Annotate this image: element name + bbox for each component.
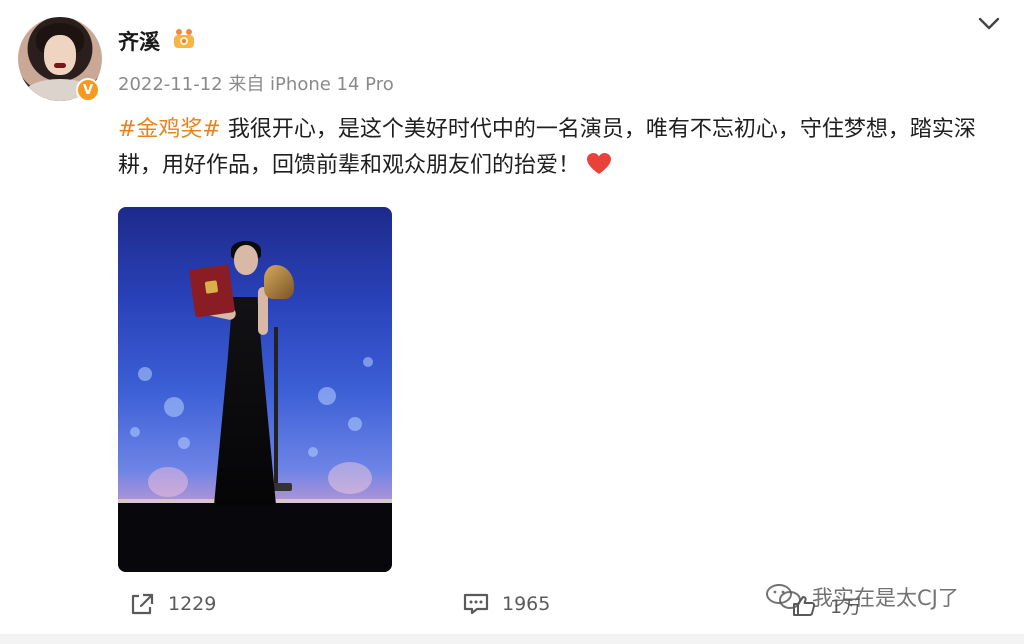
post-content: #金鸡奖# 我很开心，是这个美好时代中的一名演员，唯有不忘初心，守住梦想，踏实深… [118,112,998,184]
avatar-lips [54,63,66,68]
username[interactable]: 齐溪 [118,26,160,56]
hashtag-link[interactable]: #金鸡奖# [118,117,221,142]
wechat-watermark: 我实在是太CJ了 [764,582,959,612]
share-icon [131,593,154,615]
bokeh-light [138,367,152,381]
bokeh-light [164,397,184,417]
bokeh-light [363,357,373,367]
heart-emoji-icon [587,153,612,174]
bokeh-light [348,417,362,431]
golden-rooster-trophy [264,265,294,299]
bokeh-light [328,462,372,494]
microphone-stand [274,327,278,487]
chevron-down-icon[interactable] [976,12,1002,34]
post-meta: 2022-11-12 来自 iPhone 14 Pro [118,74,394,95]
bokeh-light [130,427,140,437]
bokeh-light [308,447,318,457]
post-text: 我很开心，是这个美好时代中的一名演员，唯有不忘初心，守住梦想，踏实深耕，用好作品… [118,117,976,178]
avatar-face [44,35,76,75]
share-button[interactable]: 1229 [128,592,216,616]
award-certificate [188,264,236,318]
share-count: 1229 [168,593,217,615]
weibo-post: V 齐溪 2022-11-12 来自 iPhone 14 Pro #金鸡奖# 我… [0,0,1024,644]
bottom-divider [0,634,1024,644]
bokeh-light [148,467,188,497]
bokeh-light [178,437,190,449]
wechat-logo-icon [766,584,801,609]
comment-count: 1965 [502,593,551,615]
crown-badge-icon [174,29,194,48]
comment-icon [463,593,489,615]
post-photo[interactable] [118,207,392,572]
watermark-text: 我实在是太CJ了 [812,586,959,610]
stage [118,503,392,572]
comment-button[interactable]: 1965 [462,592,550,616]
verified-badge-icon: V [76,78,100,102]
bokeh-light [318,387,336,405]
actress-head [234,245,258,275]
